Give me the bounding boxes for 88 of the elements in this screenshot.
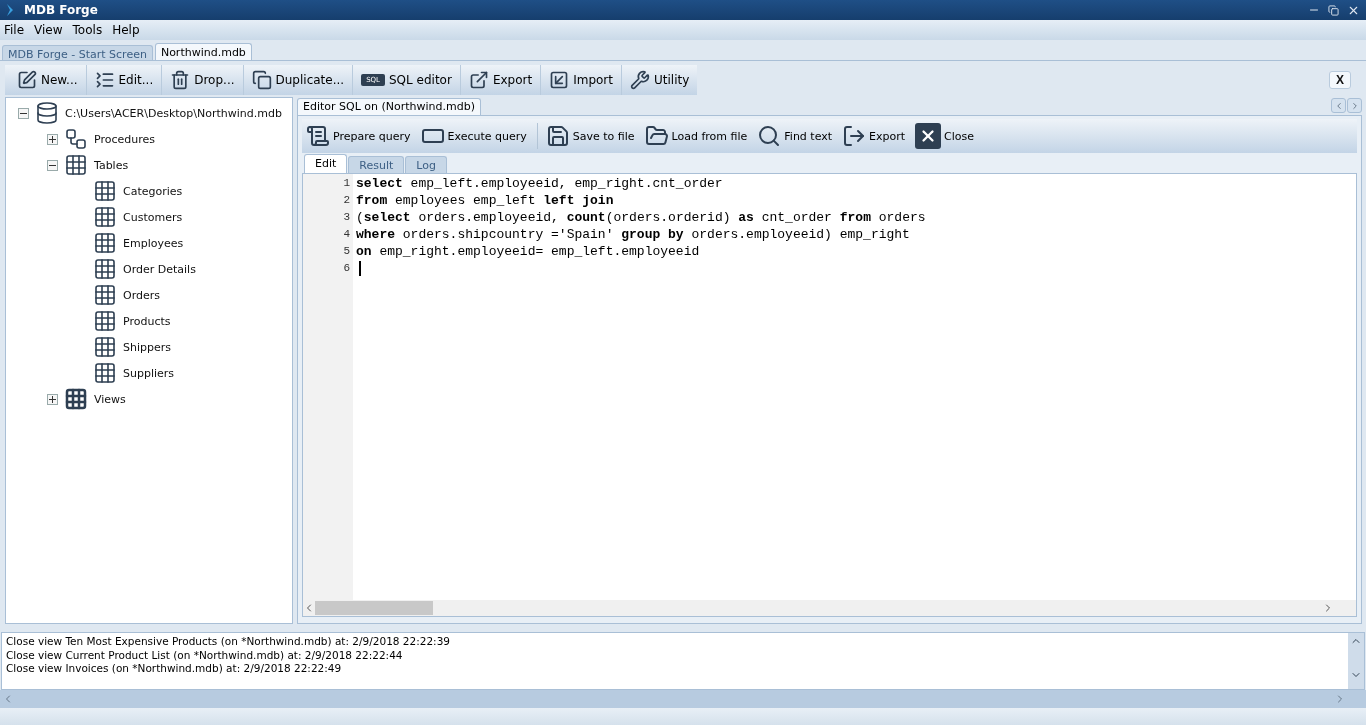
- editor-subtab[interactable]: Result: [348, 156, 405, 173]
- app-logo-icon: [6, 3, 16, 17]
- code-line: select emp_left.employeeid, emp_right.cnt_order: [355, 175, 724, 192]
- tree-item[interactable]: Products: [123, 314, 171, 328]
- close-icon: [915, 123, 942, 149]
- menu-item[interactable]: View: [34, 23, 63, 37]
- toolbar-button[interactable]: Export: [838, 119, 912, 153]
- toolbar-button[interactable]: Load from file: [640, 119, 754, 153]
- toolbar-button[interactable]: Find text: [753, 119, 839, 153]
- table-icon: [93, 231, 117, 255]
- expand-icon[interactable]: [47, 133, 58, 145]
- tree-item[interactable]: Suppliers: [123, 366, 175, 380]
- table-icon: [93, 309, 117, 333]
- tree-item[interactable]: Order Details: [123, 262, 196, 276]
- sql-editor[interactable]: [302, 173, 1357, 617]
- tree-item[interactable]: Procedures: [94, 132, 155, 146]
- editor-subtab[interactable]: Log: [405, 156, 447, 173]
- expand-icon[interactable]: [47, 393, 58, 405]
- code-line: on emp_right.employeeid= emp_left.employeeid: [355, 243, 701, 260]
- document-tab[interactable]: Northwind.mdb: [154, 43, 252, 60]
- pencil-icon: [17, 70, 37, 90]
- folder-icon: [644, 124, 669, 148]
- tree-item[interactable]: C:\Users\ACER\Desktop\Northwind.mdb: [65, 106, 282, 120]
- copy-icon: [251, 70, 272, 90]
- search-icon: [757, 124, 782, 148]
- tree-item[interactable]: Employees: [123, 236, 184, 250]
- toolbar-button[interactable]: Utility: [622, 65, 698, 95]
- tree-item[interactable]: Categories: [123, 184, 183, 198]
- export-icon: [468, 70, 489, 90]
- toolbar-button[interactable]: Prepare query: [302, 119, 417, 153]
- tree-item[interactable]: Views: [94, 392, 126, 406]
- scroll-left-button[interactable]: [1331, 98, 1346, 113]
- toolbar-button[interactable]: Import: [541, 65, 622, 95]
- window-title: MDB Forge: [24, 3, 99, 17]
- scroll-thumb[interactable]: [315, 601, 433, 615]
- database-icon: [35, 101, 59, 125]
- toolbar-button[interactable]: Close: [911, 119, 981, 153]
- log-line: Close view Ten Most Expensive Products (on *Northwind.mdb) at: 2/9/2018 22:22:39: [6, 635, 451, 649]
- table-icon: [93, 179, 117, 203]
- editor-tab[interactable]: Editor SQL on (Northwind.mdb): [297, 98, 482, 115]
- toolbar-button[interactable]: Export: [460, 65, 542, 95]
- tree-item[interactable]: Tables: [94, 158, 129, 172]
- toolbar-button[interactable]: New...: [9, 65, 87, 95]
- code-line: from employees emp_left left join: [355, 192, 615, 209]
- toolbar-button[interactable]: Edit...: [86, 65, 163, 95]
- collapse-icon[interactable]: [47, 159, 58, 171]
- document-tab[interactable]: MDB Forge - Start Screen: [2, 45, 153, 60]
- table-icon: [93, 361, 117, 385]
- line-number: 4: [342, 227, 351, 242]
- menu-item[interactable]: Help: [112, 23, 140, 37]
- toolbar-button[interactable]: Drop...: [162, 65, 244, 95]
- workflow-icon: [64, 127, 88, 151]
- import-icon: [549, 70, 570, 90]
- list-icon: [94, 70, 115, 90]
- tree-item[interactable]: Shippers: [123, 340, 171, 354]
- collapse-icon[interactable]: [18, 107, 29, 119]
- tree-item[interactable]: Orders: [123, 288, 160, 302]
- line-number: 5: [342, 244, 351, 259]
- trash-icon: [170, 70, 191, 90]
- code-line: where orders.shipcountry ='Spain' group by orders.employeeid) emp_right: [355, 226, 911, 243]
- restore-icon[interactable]: [1328, 4, 1339, 16]
- exit-icon: [842, 124, 867, 148]
- log-line: Close view Current Product List (on *Northwind.mdb) at: 2/9/2018 22:22:44: [6, 648, 404, 662]
- wrench-icon: [630, 70, 650, 90]
- tree-item[interactable]: Customers: [123, 210, 183, 224]
- save-icon: [545, 124, 570, 148]
- menu-item[interactable]: File: [4, 23, 25, 37]
- table-icon: [64, 153, 88, 177]
- table-icon: [93, 283, 117, 307]
- horizontal-scrollbar[interactable]: [0, 690, 1366, 708]
- toolbar-button[interactable]: Execute query: [416, 119, 533, 153]
- toolbar-button[interactable]: Duplicate...: [243, 65, 354, 95]
- grid-icon: [64, 387, 88, 411]
- line-number: 6: [342, 261, 351, 276]
- editor-subtab[interactable]: Edit: [304, 154, 348, 173]
- line-number: 2: [342, 193, 351, 208]
- horizontal-scrollbar[interactable]: [303, 600, 1356, 616]
- vertical-scrollbar[interactable]: [1348, 633, 1364, 689]
- line-number: 1: [342, 176, 351, 191]
- table-icon: [93, 205, 117, 229]
- log-line: Close view Invoices (on *Northwind.mdb) at: 2/9/2018 22:22:49: [6, 662, 343, 676]
- close-tab-button[interactable]: X: [1329, 71, 1351, 89]
- toolbar-button[interactable]: Save to file: [541, 119, 641, 153]
- line-number: 3: [342, 210, 351, 225]
- code-line: (select orders.employeeid, count(orders.orderid) as cnt_order from orders: [355, 209, 927, 226]
- table-icon: [93, 257, 117, 281]
- menu-item[interactable]: Tools: [72, 23, 103, 37]
- table-icon: [93, 335, 117, 359]
